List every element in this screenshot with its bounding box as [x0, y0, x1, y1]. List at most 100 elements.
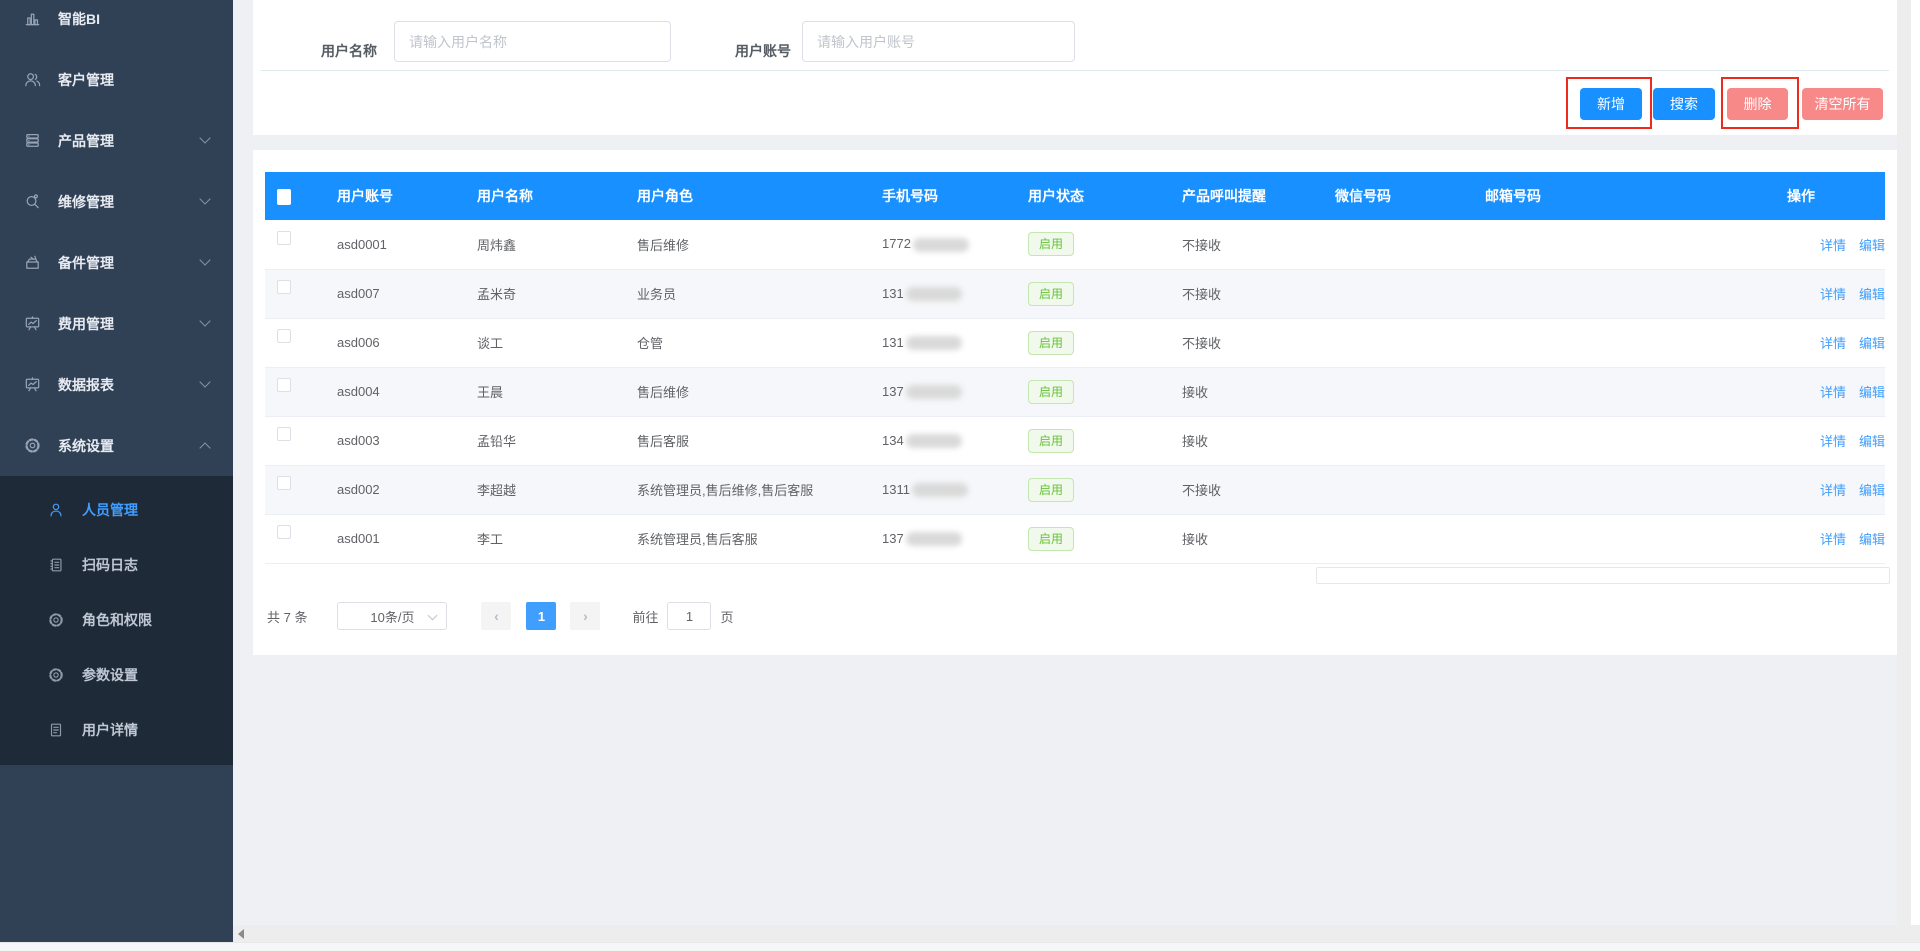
- status-badge: 启用: [1028, 429, 1074, 453]
- user-account-input[interactable]: [802, 21, 1075, 62]
- page-size-value: 10条/页: [370, 607, 414, 626]
- name-cell: 李工: [465, 514, 625, 563]
- search-button[interactable]: 搜索: [1653, 88, 1715, 120]
- status-badge: 启用: [1028, 282, 1074, 306]
- actions-cell: 详情编辑: [1775, 318, 1885, 367]
- edit-link[interactable]: 编辑: [1859, 336, 1885, 351]
- status-badge: 启用: [1028, 331, 1074, 355]
- phone-redaction: [906, 434, 962, 448]
- next-page-button[interactable]: ›: [570, 602, 600, 630]
- phone-redaction: [906, 287, 962, 301]
- sidebar-item-智能BI[interactable]: 智能BI: [0, 0, 233, 49]
- sidebar-item-客户管理[interactable]: 客户管理: [0, 49, 233, 110]
- column-header-用户角色: 用户角色: [625, 172, 870, 220]
- table-row: asd001李工系统管理员,售后客服137启用接收详情编辑: [265, 514, 1885, 563]
- row-checkbox[interactable]: [277, 427, 291, 441]
- sidebar-item-维修管理[interactable]: 维修管理: [0, 171, 233, 232]
- sidebar-submenu: 人员管理扫码日志角色和权限参数设置用户详情: [0, 476, 233, 765]
- phone-cell: 134: [870, 416, 1016, 465]
- row-checkbox[interactable]: [277, 231, 291, 245]
- role-cell: 业务员: [625, 269, 870, 318]
- filler-cell: [1623, 514, 1775, 563]
- edit-link[interactable]: 编辑: [1859, 238, 1885, 253]
- row-checkbox[interactable]: [277, 476, 291, 490]
- sidebar-subitem-人员管理[interactable]: 人员管理: [0, 482, 233, 537]
- detail-link[interactable]: 详情: [1820, 385, 1846, 400]
- email-cell: [1473, 514, 1623, 563]
- expense-board-icon: [23, 314, 42, 333]
- sidebar-subitem-参数设置[interactable]: 参数设置: [0, 647, 233, 702]
- user-name-input[interactable]: [394, 21, 671, 62]
- checkbox-cell: [265, 220, 325, 269]
- sidebar-item-备件管理[interactable]: 备件管理: [0, 232, 233, 293]
- goto-page-input[interactable]: [667, 602, 711, 630]
- column-header-产品呼叫提醒: 产品呼叫提醒: [1170, 172, 1323, 220]
- row-checkbox[interactable]: [277, 525, 291, 539]
- checkbox-cell: [265, 318, 325, 367]
- sidebar-subitem-角色和权限[interactable]: 角色和权限: [0, 592, 233, 647]
- wechat-cell: [1323, 514, 1473, 563]
- sidebar-item-数据报表[interactable]: 数据报表: [0, 354, 233, 415]
- filler-cell: [1623, 367, 1775, 416]
- edit-link[interactable]: 编辑: [1859, 385, 1885, 400]
- users-icon: [23, 70, 42, 89]
- horizontal-scrollbar[interactable]: [233, 925, 1920, 942]
- sidebar-item-费用管理[interactable]: 费用管理: [0, 293, 233, 354]
- status-cell: 启用: [1016, 318, 1170, 367]
- name-cell: 孟铅华: [465, 416, 625, 465]
- sidebar: 智能BI客户管理产品管理维修管理备件管理费用管理数据报表系统设置人员管理扫码日志…: [0, 0, 233, 942]
- filler-cell: [1623, 416, 1775, 465]
- user-table: 用户账号用户名称用户角色手机号码用户状态产品呼叫提醒微信号码邮箱号码操作 asd…: [265, 172, 1885, 564]
- vertical-scrollbar[interactable]: [1897, 0, 1911, 925]
- detail-link[interactable]: 详情: [1820, 434, 1846, 449]
- detail-link[interactable]: 详情: [1820, 238, 1846, 253]
- wechat-cell: [1323, 220, 1473, 269]
- scroll-left-arrow-icon: [238, 929, 244, 939]
- delete-button[interactable]: 删除: [1727, 88, 1788, 120]
- notify-cell: 不接收: [1170, 465, 1323, 514]
- status-cell: 启用: [1016, 220, 1170, 269]
- name-cell: 王晨: [465, 367, 625, 416]
- role-cell: 售后维修: [625, 367, 870, 416]
- detail-link[interactable]: 详情: [1820, 287, 1846, 302]
- column-header-用户账号: 用户账号: [325, 172, 465, 220]
- table-row: asd007孟米奇业务员131启用不接收详情编辑: [265, 269, 1885, 318]
- row-checkbox[interactable]: [277, 280, 291, 294]
- status-cell: 启用: [1016, 269, 1170, 318]
- table-header-row: 用户账号用户名称用户角色手机号码用户状态产品呼叫提醒微信号码邮箱号码操作: [265, 172, 1885, 220]
- products-icon: [23, 131, 42, 150]
- edit-link[interactable]: 编辑: [1859, 287, 1885, 302]
- account-cell: asd0001: [325, 220, 465, 269]
- clear-all-button[interactable]: 清空所有: [1802, 88, 1883, 120]
- detail-link[interactable]: 详情: [1820, 483, 1846, 498]
- sidebar-menu: 智能BI客户管理产品管理维修管理备件管理费用管理数据报表系统设置人员管理扫码日志…: [0, 0, 233, 765]
- actions-cell: 详情编辑: [1775, 220, 1885, 269]
- email-cell: [1473, 416, 1623, 465]
- select-all-checkbox[interactable]: [277, 189, 291, 205]
- row-checkbox[interactable]: [277, 378, 291, 392]
- table-row: asd0001周炜鑫售后维修1772启用不接收详情编辑: [265, 220, 1885, 269]
- fixed-column-scroll-patch: [1316, 567, 1890, 584]
- page-size-select[interactable]: 10条/页: [337, 602, 447, 630]
- status-cell: 启用: [1016, 514, 1170, 563]
- actions-cell: 详情编辑: [1775, 416, 1885, 465]
- prev-page-button[interactable]: ‹: [481, 602, 511, 630]
- sidebar-subitem-扫码日志[interactable]: 扫码日志: [0, 537, 233, 592]
- sidebar-item-系统设置[interactable]: 系统设置: [0, 415, 233, 476]
- status-badge: 启用: [1028, 380, 1074, 404]
- actions-cell: 详情编辑: [1775, 269, 1885, 318]
- current-page-button[interactable]: 1: [526, 602, 556, 630]
- search-panel: 用户名称 用户账号 新增 搜索 删除 清空所有: [253, 0, 1897, 135]
- detail-link[interactable]: 详情: [1820, 336, 1846, 351]
- gear-icon: [23, 436, 42, 455]
- edit-link[interactable]: 编辑: [1859, 483, 1885, 498]
- sidebar-subitem-用户详情[interactable]: 用户详情: [0, 702, 233, 757]
- detail-link[interactable]: 详情: [1820, 532, 1846, 547]
- row-checkbox[interactable]: [277, 329, 291, 343]
- phone-redaction: [906, 336, 962, 350]
- edit-link[interactable]: 编辑: [1859, 434, 1885, 449]
- sidebar-item-产品管理[interactable]: 产品管理: [0, 110, 233, 171]
- edit-link[interactable]: 编辑: [1859, 532, 1885, 547]
- status-cell: 启用: [1016, 465, 1170, 514]
- add-button[interactable]: 新增: [1580, 88, 1642, 120]
